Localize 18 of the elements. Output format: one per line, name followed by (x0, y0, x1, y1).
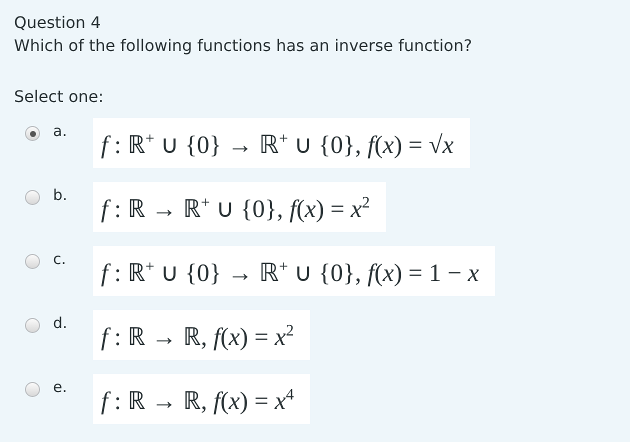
formula: f : ℝ$^{+}$ ∪ {0} → ℝ$^{+}$ ∪ {0}, f(x) = √x (93, 118, 470, 168)
formula: f : ℝ$^{+}$ ∪ {0} → ℝ$^{+}$ ∪ {0}, f(x) = 1 − x (93, 246, 495, 296)
formula: f : ℝ → ℝ$^{+}$ ∪ {0}, f(x) = x$^{2}$ (93, 182, 386, 232)
option-label: b. (53, 186, 68, 204)
option-label: e. (53, 378, 68, 396)
radio-button[interactable] (25, 190, 40, 205)
radio-button[interactable] (25, 318, 40, 333)
option-label: a. (53, 122, 68, 140)
formula: f : ℝ → ℝ, f(x) = x$^{2}$ (93, 310, 310, 360)
radio-button[interactable] (25, 382, 40, 397)
select-prompt: Select one: (14, 86, 105, 108)
radio-button[interactable] (25, 126, 40, 141)
question-text: Which of the following functions has an inverse function? (14, 35, 474, 57)
question-title: Question 4 (14, 12, 102, 34)
option-label: c. (53, 250, 68, 268)
formula: f : ℝ → ℝ, f(x) = x$^{4}$ (93, 374, 310, 424)
option-label: d. (53, 314, 68, 332)
radio-button[interactable] (25, 254, 40, 269)
